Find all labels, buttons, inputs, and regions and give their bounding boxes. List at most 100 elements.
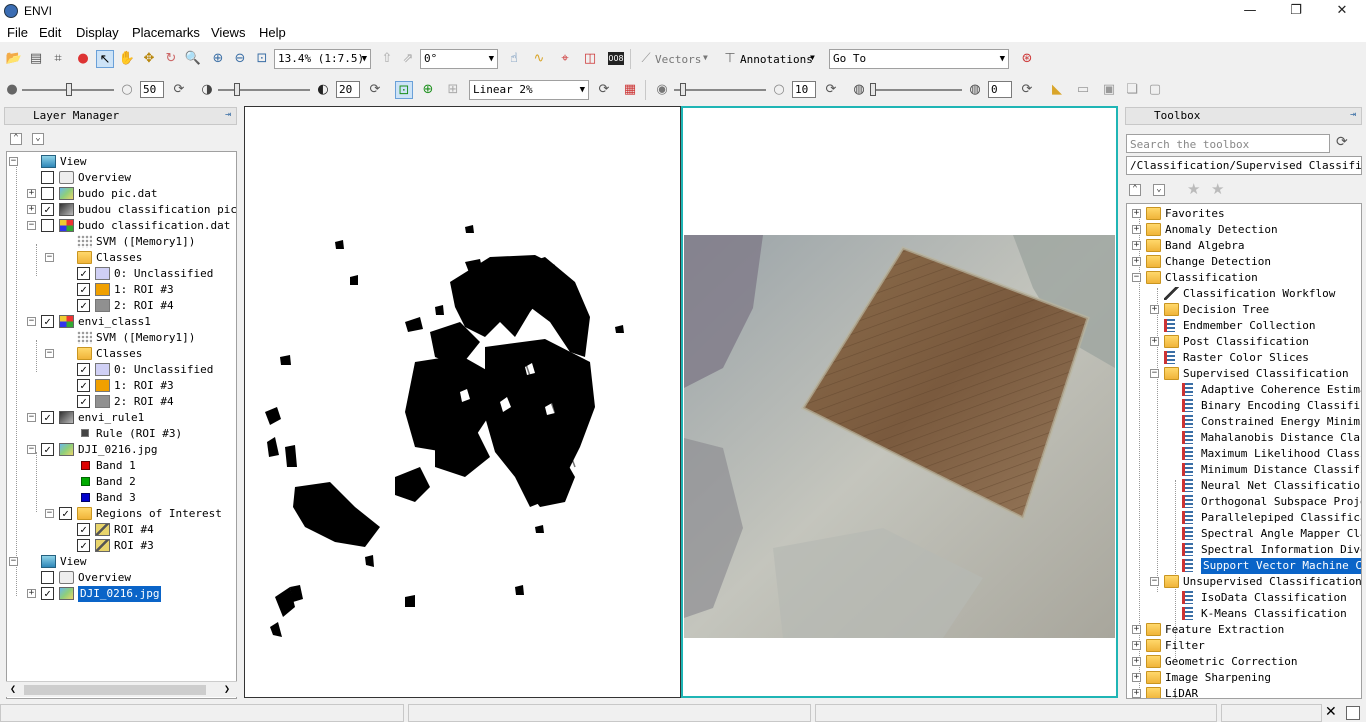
transparency-slider[interactable] xyxy=(870,83,876,96)
expand-icon[interactable]: + xyxy=(1132,641,1141,650)
toolbox-binary-encoding[interactable]: Binary Encoding Classific xyxy=(1201,398,1361,414)
collapse-icon[interactable]: − xyxy=(45,253,54,262)
toolbox-support-vector-machine[interactable]: Support Vector Machine Cl xyxy=(1201,558,1361,574)
expand-icon[interactable]: + xyxy=(27,205,36,214)
view-layout-2-icon[interactable]: ▣ xyxy=(1100,81,1118,99)
layer-budo-pic[interactable]: budo pic.dat xyxy=(78,186,157,202)
band-1[interactable]: Band 1 xyxy=(96,458,136,474)
favorite-star-icon[interactable]: ★ xyxy=(1187,180,1200,198)
menu-help[interactable]: Help xyxy=(259,25,286,40)
toolbox-search-input[interactable]: Search the toolbox xyxy=(1126,134,1330,153)
class-unclassified[interactable]: 0: Unclassified xyxy=(114,362,213,378)
collapse-icon[interactable]: − xyxy=(45,509,54,518)
roi-3[interactable]: ROI #3 xyxy=(114,538,154,554)
close-button[interactable]: ✕ xyxy=(1319,0,1365,22)
visibility-checkbox[interactable]: ✓ xyxy=(41,443,54,456)
layer-envi-class1[interactable]: envi_class1 xyxy=(78,314,151,330)
stretch-view-icon[interactable]: ⊕ xyxy=(419,81,437,99)
status-window-icon[interactable] xyxy=(1346,706,1360,720)
view-node[interactable]: View xyxy=(60,554,87,570)
reset-brightness-icon[interactable]: ⟳ xyxy=(170,81,188,99)
visibility-checkbox[interactable] xyxy=(41,219,54,232)
sharpen-value[interactable]: 10 xyxy=(792,81,816,98)
expand-icon[interactable]: + xyxy=(1150,305,1159,314)
menu-edit[interactable]: Edit xyxy=(39,25,61,40)
toolbox-filter[interactable]: Filter xyxy=(1165,638,1205,654)
refresh-icon[interactable]: ⟳ xyxy=(1336,134,1348,150)
visibility-checkbox[interactable]: ✓ xyxy=(77,283,90,296)
minimize-button[interactable]: — xyxy=(1227,0,1273,22)
layer-dji-0216[interactable]: DJI_0216.jpg xyxy=(78,442,157,458)
select-cursor-icon[interactable]: ↖ xyxy=(96,50,114,68)
transparency-value[interactable]: 0 xyxy=(988,81,1012,98)
classes-folder[interactable]: Classes xyxy=(96,250,142,266)
menu-file[interactable]: File xyxy=(7,25,28,40)
layer-budo-classification[interactable]: budo classification.dat xyxy=(78,218,230,234)
expand-icon[interactable]: + xyxy=(1132,625,1141,634)
toolbox-favorites[interactable]: Favorites xyxy=(1165,206,1225,222)
visibility-checkbox[interactable]: ✓ xyxy=(77,299,90,312)
toolbox-isodata[interactable]: IsoData Classification xyxy=(1201,590,1347,606)
visibility-checkbox[interactable] xyxy=(41,571,54,584)
visibility-checkbox[interactable]: ✓ xyxy=(41,315,54,328)
menu-views[interactable]: Views xyxy=(211,25,245,40)
menu-placemarks[interactable]: Placemarks xyxy=(132,25,200,40)
collapse-icon[interactable]: − xyxy=(27,413,36,422)
visibility-checkbox[interactable]: ✓ xyxy=(77,395,90,408)
toolbox-decision-tree[interactable]: Decision Tree xyxy=(1183,302,1269,318)
photo-view[interactable] xyxy=(681,106,1118,698)
toolbox-path[interactable]: /Classification/Supervised Classificatio… xyxy=(1126,156,1362,175)
collapse-icon[interactable]: − xyxy=(1132,273,1141,282)
class-roi4[interactable]: 2: ROI #4 xyxy=(114,298,174,314)
favorite-add-star-icon[interactable]: ★ xyxy=(1211,180,1224,198)
band-3[interactable]: Band 3 xyxy=(96,490,136,506)
visibility-checkbox[interactable]: ✓ xyxy=(77,523,90,536)
view-node[interactable]: View xyxy=(60,154,87,170)
layer-tree-hscroll[interactable]: ❮ ❯ xyxy=(6,681,237,697)
toolbox-band-algebra[interactable]: Band Algebra xyxy=(1165,238,1244,254)
collapse-icon[interactable]: − xyxy=(1150,369,1159,378)
crosshair-icon[interactable]: ⌖ xyxy=(556,50,574,68)
contrast-slider[interactable] xyxy=(234,83,240,96)
toolbox-post-classification[interactable]: Post Classification xyxy=(1183,334,1309,350)
goto-combo[interactable]: Go To ▼ xyxy=(829,49,1009,69)
toolbox-orthogonal-subspace[interactable]: Orthogonal Subspace Proje xyxy=(1201,494,1361,510)
visibility-checkbox[interactable]: ✓ xyxy=(77,267,90,280)
toolbox-tree[interactable]: + Favorites + Anomaly Detection + Band Algebr… xyxy=(1126,203,1362,699)
stretch-lock-icon[interactable]: ⊞ xyxy=(444,81,462,99)
toolbox-neural-net[interactable]: Neural Net Classification xyxy=(1201,478,1361,494)
visibility-checkbox[interactable] xyxy=(41,171,54,184)
scroll-left-icon[interactable]: ❮ xyxy=(10,684,16,695)
zoom-in-icon[interactable]: ⊕ xyxy=(209,50,227,68)
expand-icon[interactable]: + xyxy=(1132,225,1141,234)
dock-icon[interactable]: ⇥ xyxy=(1350,109,1356,120)
stretch-combo[interactable]: Linear 2% ▼ xyxy=(469,80,589,100)
overview-node[interactable]: Overview xyxy=(78,170,131,186)
visibility-checkbox[interactable]: ✓ xyxy=(59,507,72,520)
toolbox-lidar[interactable]: LiDAR xyxy=(1165,686,1198,698)
class-roi3[interactable]: 1: ROI #3 xyxy=(114,378,174,394)
classification-view[interactable] xyxy=(244,106,681,698)
expand-icon[interactable]: + xyxy=(27,589,36,598)
crop-icon[interactable]: ⌗ xyxy=(49,50,67,68)
toolbox-image-sharpening[interactable]: Image Sharpening xyxy=(1165,670,1271,686)
classes-folder[interactable]: Classes xyxy=(96,346,142,362)
toolbox-change-detection[interactable]: Change Detection xyxy=(1165,254,1271,270)
zoom-icon[interactable]: 🔍 xyxy=(184,50,202,68)
rotate-left-icon[interactable]: ⇧ xyxy=(378,50,396,68)
annotations-menu[interactable]: Annotations xyxy=(740,53,813,66)
toolbox-mahalanobis[interactable]: Mahalanobis Distance Clas xyxy=(1201,430,1361,446)
dock-icon[interactable]: ⇥ xyxy=(225,109,231,120)
svm-memory-node[interactable]: SVM ([Memory1]) xyxy=(96,234,195,250)
toolbox-constrained-energy[interactable]: Constrained Energy Minimi xyxy=(1201,414,1361,430)
rule-roi3[interactable]: Rule (ROI #3) xyxy=(96,426,182,442)
toolbox-unsupervised-classification[interactable]: Unsupervised Classification xyxy=(1183,574,1361,590)
toolbox-supervised-classification[interactable]: Supervised Classification xyxy=(1183,366,1349,382)
reset-transparency-icon[interactable]: ⟳ xyxy=(1018,81,1036,99)
layer-tree[interactable]: − View Overview + budo pic.dat + ✓ budou classi… xyxy=(6,151,237,699)
toolbox-kmeans[interactable]: K-Means Classification xyxy=(1201,606,1347,622)
toolbox-geometric-correction[interactable]: Geometric Correction xyxy=(1165,654,1297,670)
rotation-combo[interactable]: 0° ▼ xyxy=(420,49,498,69)
toolbox-spectral-information-divergence[interactable]: Spectral Information Dive xyxy=(1201,542,1361,558)
open-icon[interactable]: 📂 xyxy=(5,50,23,68)
